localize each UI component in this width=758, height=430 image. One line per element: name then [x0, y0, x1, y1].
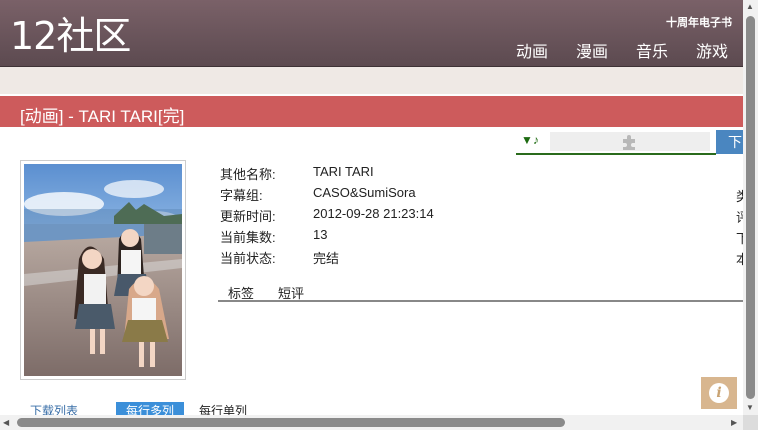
cover-image — [20, 160, 186, 380]
info-value: 完结 — [313, 251, 340, 266]
scroll-right-icon[interactable]: ▶ — [731, 418, 737, 427]
scroll-left-icon[interactable]: ◀ — [3, 418, 9, 427]
horizontal-scroll-thumb[interactable] — [17, 418, 565, 427]
info-value[interactable]: CASO&SumiSora — [313, 185, 416, 200]
info-value: TARI TARI — [313, 164, 374, 179]
scrollbar-corner — [743, 415, 758, 430]
plugin-placeholder[interactable] — [550, 132, 710, 151]
info-label: 其他名称: — [220, 167, 276, 182]
page-title: [动画] - TARI TARI[完] — [20, 107, 185, 126]
nav-anime[interactable]: 动画 — [516, 38, 548, 62]
music-player: ▼♪ — [516, 130, 716, 155]
sub-header-strip — [0, 67, 758, 94]
nav-music[interactable]: 音乐 — [636, 38, 668, 62]
info-label: 更新时间: — [220, 209, 276, 224]
puzzle-icon — [623, 135, 635, 150]
info-row: 更新时间: 2012-09-28 21:23:14 — [220, 206, 750, 227]
vertical-scrollbar[interactable]: ▲ ▼ — [743, 0, 758, 415]
cover-illustration — [24, 164, 182, 376]
info-label: 当前集数: — [220, 230, 276, 245]
detail-tabs: 标签 短评 — [218, 282, 743, 302]
info-row: 当前集数: 13 — [220, 227, 750, 248]
main-nav: 动画 漫画 音乐 游戏 — [516, 38, 728, 62]
site-header: 12社区 十周年电子书 动画 漫画 音乐 游戏 — [0, 0, 758, 67]
site-logo[interactable]: 12社区 — [10, 14, 131, 58]
info-label: 当前状态: — [220, 251, 276, 266]
info-row: 当前状态: 完结 — [220, 248, 750, 269]
tab-tags[interactable]: 标签 — [228, 283, 254, 302]
nav-games[interactable]: 游戏 — [696, 38, 728, 62]
music-toggle-icon[interactable]: ▼♪ — [521, 133, 539, 147]
info-row: 其他名称: TARI TARI — [220, 164, 750, 185]
help-button[interactable]: i — [701, 377, 737, 409]
scroll-up-icon[interactable]: ▲ — [746, 2, 754, 11]
anniversary-link[interactable]: 十周年电子书 — [666, 14, 732, 30]
vertical-scroll-thumb[interactable] — [746, 16, 755, 399]
info-value: 2012-09-28 21:23:14 — [313, 206, 434, 221]
info-table: 其他名称: TARI TARI 字幕组: CASO&SumiSora 更新时间:… — [220, 164, 750, 269]
info-label: 字幕组: — [220, 188, 263, 203]
info-value: 13 — [313, 227, 328, 242]
scroll-down-icon[interactable]: ▼ — [746, 403, 754, 412]
nav-manga[interactable]: 漫画 — [576, 38, 608, 62]
horizontal-scrollbar[interactable]: ◀ ▶ — [0, 415, 743, 430]
tab-short-reviews[interactable]: 短评 — [278, 283, 304, 302]
title-bar: [动画] - TARI TARI[完] — [0, 96, 758, 127]
info-icon: i — [709, 383, 729, 403]
info-row: 字幕组: CASO&SumiSora — [220, 185, 750, 206]
